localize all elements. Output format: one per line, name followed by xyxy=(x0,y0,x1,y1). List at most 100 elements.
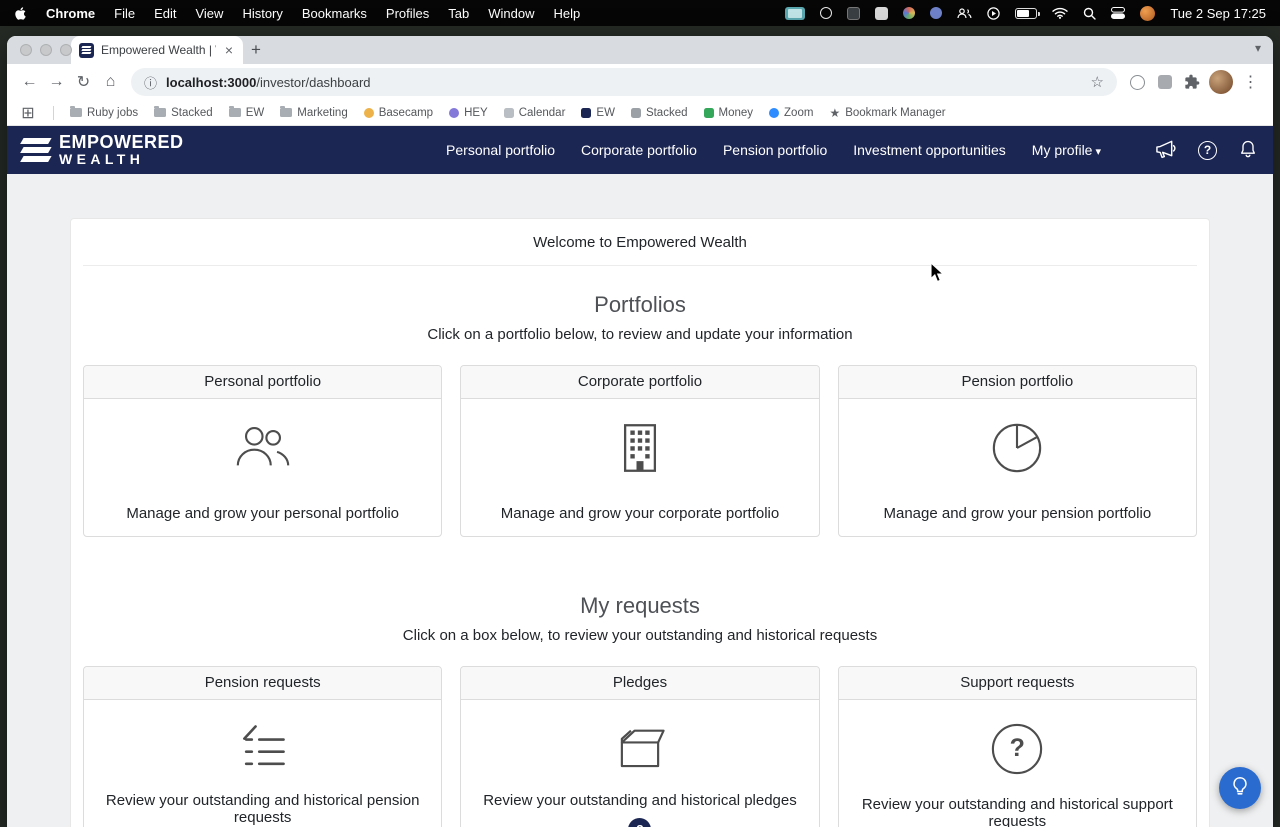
browser-tab[interactable]: Empowered Wealth | Wealth I × xyxy=(71,36,243,64)
bookmark-manager[interactable]: ★ Bookmark Manager xyxy=(829,106,945,120)
support-requests-card[interactable]: Support requests ? Review your outstandi… xyxy=(837,666,1197,827)
tab-favicon xyxy=(79,42,94,58)
menubar-app-name[interactable]: Chrome xyxy=(46,6,95,21)
menu-bookmarks[interactable]: Bookmarks xyxy=(302,6,367,21)
menu-tab[interactable]: Tab xyxy=(448,6,469,21)
wifi-icon[interactable] xyxy=(1052,7,1069,19)
bookmark-folder[interactable]: Marketing xyxy=(280,105,348,119)
menu-edit[interactable]: Edit xyxy=(154,6,176,21)
help-fab-button[interactable] xyxy=(1219,767,1261,809)
utility-status-icon[interactable] xyxy=(875,6,889,20)
minimize-window-button[interactable] xyxy=(40,44,52,56)
menu-history[interactable]: History xyxy=(242,6,282,21)
apple-menu-icon[interactable] xyxy=(14,6,27,21)
task-list-icon xyxy=(235,722,291,772)
lightbulb-icon xyxy=(1229,775,1251,802)
bookmark-folder[interactable]: Stacked xyxy=(154,105,213,119)
site-header: EMPOWERED WEALTH Personal portfolio Corp… xyxy=(7,126,1273,174)
tab-search-caret-icon[interactable]: ▾ xyxy=(1255,41,1261,55)
browser-menu-icon[interactable]: ⋮ xyxy=(1237,69,1264,96)
personal-portfolio-card[interactable]: Personal portfolio Manage and grow your … xyxy=(83,365,443,537)
folder-icon xyxy=(70,105,82,117)
bookmark-folder[interactable]: EW xyxy=(228,105,264,119)
extensions-puzzle-icon[interactable] xyxy=(1178,69,1205,96)
forward-button[interactable]: → xyxy=(43,69,70,96)
maximize-window-button[interactable] xyxy=(60,44,72,56)
spotlight-icon[interactable] xyxy=(1083,7,1097,20)
sync-status-icon[interactable] xyxy=(930,7,943,19)
control-center-icon[interactable] xyxy=(1111,7,1126,19)
nav-investment-opportunities[interactable]: Investment opportunities xyxy=(853,142,1006,158)
card-title: Personal portfolio xyxy=(84,366,442,399)
money-favicon xyxy=(703,107,714,118)
users-icon[interactable] xyxy=(957,7,972,19)
pension-requests-card[interactable]: Pension requests Review your outstanding… xyxy=(83,666,443,827)
status-circle-icon[interactable] xyxy=(820,7,833,19)
play-circle-icon[interactable] xyxy=(987,6,1001,20)
building-icon xyxy=(612,421,668,475)
request-count-badge: 3 xyxy=(628,818,652,827)
announcements-megaphone-icon[interactable] xyxy=(1154,139,1177,162)
bookmark-item[interactable]: Money xyxy=(703,107,753,119)
card-title: Pension requests xyxy=(84,667,442,700)
app-status-icon[interactable] xyxy=(847,6,861,20)
browser-toolbar: ← → ↻ ⌂ ⓘ localhost:3000/investor/dashbo… xyxy=(7,64,1273,100)
profile-avatar[interactable] xyxy=(1209,70,1233,94)
bookmark-item[interactable]: Stacked xyxy=(630,107,688,119)
nav-my-profile[interactable]: My profile ▾ xyxy=(1032,142,1101,158)
nav-pension-portfolio[interactable]: Pension portfolio xyxy=(723,142,827,158)
menubar-clock[interactable]: Tue 2 Sep 17:25 xyxy=(1170,6,1266,21)
card-title: Corporate portfolio xyxy=(461,366,819,399)
color-app-icon[interactable] xyxy=(903,7,916,19)
portfolio-cards-row: Personal portfolio Manage and grow your … xyxy=(83,365,1197,537)
page-body: Welcome to Empowered Wealth Portfolios C… xyxy=(7,174,1273,827)
macos-menubar: Chrome File Edit View History Bookmarks … xyxy=(0,0,1280,26)
bookmark-folder[interactable]: Ruby jobs xyxy=(70,105,138,119)
portfolios-section-subtitle: Click on a portfolio below, to review an… xyxy=(427,326,853,343)
url-path: /investor/dashboard xyxy=(256,74,371,90)
pledges-card[interactable]: Pledges Review your outstanding and hist… xyxy=(460,666,820,827)
menu-profiles[interactable]: Profiles xyxy=(386,6,429,21)
bookmark-star-icon[interactable]: ☆ xyxy=(1091,73,1104,91)
close-window-button[interactable] xyxy=(20,44,32,56)
card-description: Manage and grow your personal portfolio xyxy=(126,505,399,522)
bookmark-item[interactable]: Zoom xyxy=(769,107,813,119)
brand-line1: EMPOWERED xyxy=(59,131,184,152)
extension-icon-2[interactable] xyxy=(1151,69,1178,96)
welcome-message: Welcome to Empowered Wealth xyxy=(533,234,747,251)
menu-file[interactable]: File xyxy=(114,6,135,21)
tab-close-icon[interactable]: × xyxy=(223,42,235,58)
bookmark-item[interactable]: HEY xyxy=(449,107,488,119)
menu-view[interactable]: View xyxy=(195,6,223,21)
star-icon: ★ xyxy=(829,105,841,120)
request-cards-row: Pension requests Review your outstanding… xyxy=(83,666,1197,827)
menu-window[interactable]: Window xyxy=(488,6,534,21)
help-icon[interactable]: ? xyxy=(1198,140,1217,160)
bookmark-item[interactable]: EW xyxy=(581,107,615,119)
address-bar[interactable]: ⓘ localhost:3000/investor/dashboard ☆ xyxy=(131,68,1117,96)
nav-personal-portfolio[interactable]: Personal portfolio xyxy=(446,142,555,158)
apps-grid-icon[interactable]: ⊞ xyxy=(19,99,37,126)
home-button[interactable]: ⌂ xyxy=(97,69,124,96)
new-tab-button[interactable]: + xyxy=(243,37,269,63)
card-description: Manage and grow your corporate portfolio xyxy=(500,505,780,522)
card-description: Review your outstanding and historical p… xyxy=(105,792,420,826)
extension-icon-1[interactable] xyxy=(1124,69,1151,96)
user-avatar-icon[interactable] xyxy=(1140,5,1156,21)
battery-icon[interactable] xyxy=(1015,7,1040,19)
requests-section-subtitle: Click on a box below, to review your out… xyxy=(402,627,878,644)
nav-corporate-portfolio[interactable]: Corporate portfolio xyxy=(581,142,697,158)
site-info-icon[interactable]: ⓘ xyxy=(144,73,157,92)
reload-button[interactable]: ↻ xyxy=(70,69,97,96)
screen-mirroring-icon[interactable] xyxy=(785,6,806,20)
brand-line2: WEALTH xyxy=(59,151,145,168)
bookmark-item[interactable]: Calendar xyxy=(503,107,565,119)
bookmark-item[interactable]: Basecamp xyxy=(363,107,433,119)
menu-help[interactable]: Help xyxy=(554,6,581,21)
back-button[interactable]: ← xyxy=(16,69,43,96)
notifications-bell-icon[interactable] xyxy=(1238,138,1258,163)
corporate-portfolio-card[interactable]: Corporate portfolio Manage and grow your… xyxy=(460,365,820,537)
site-logo[interactable]: EMPOWERED WEALTH xyxy=(20,131,184,168)
people-icon xyxy=(232,421,294,473)
pension-portfolio-card[interactable]: Pension portfolio Manage and grow your p… xyxy=(837,365,1197,537)
